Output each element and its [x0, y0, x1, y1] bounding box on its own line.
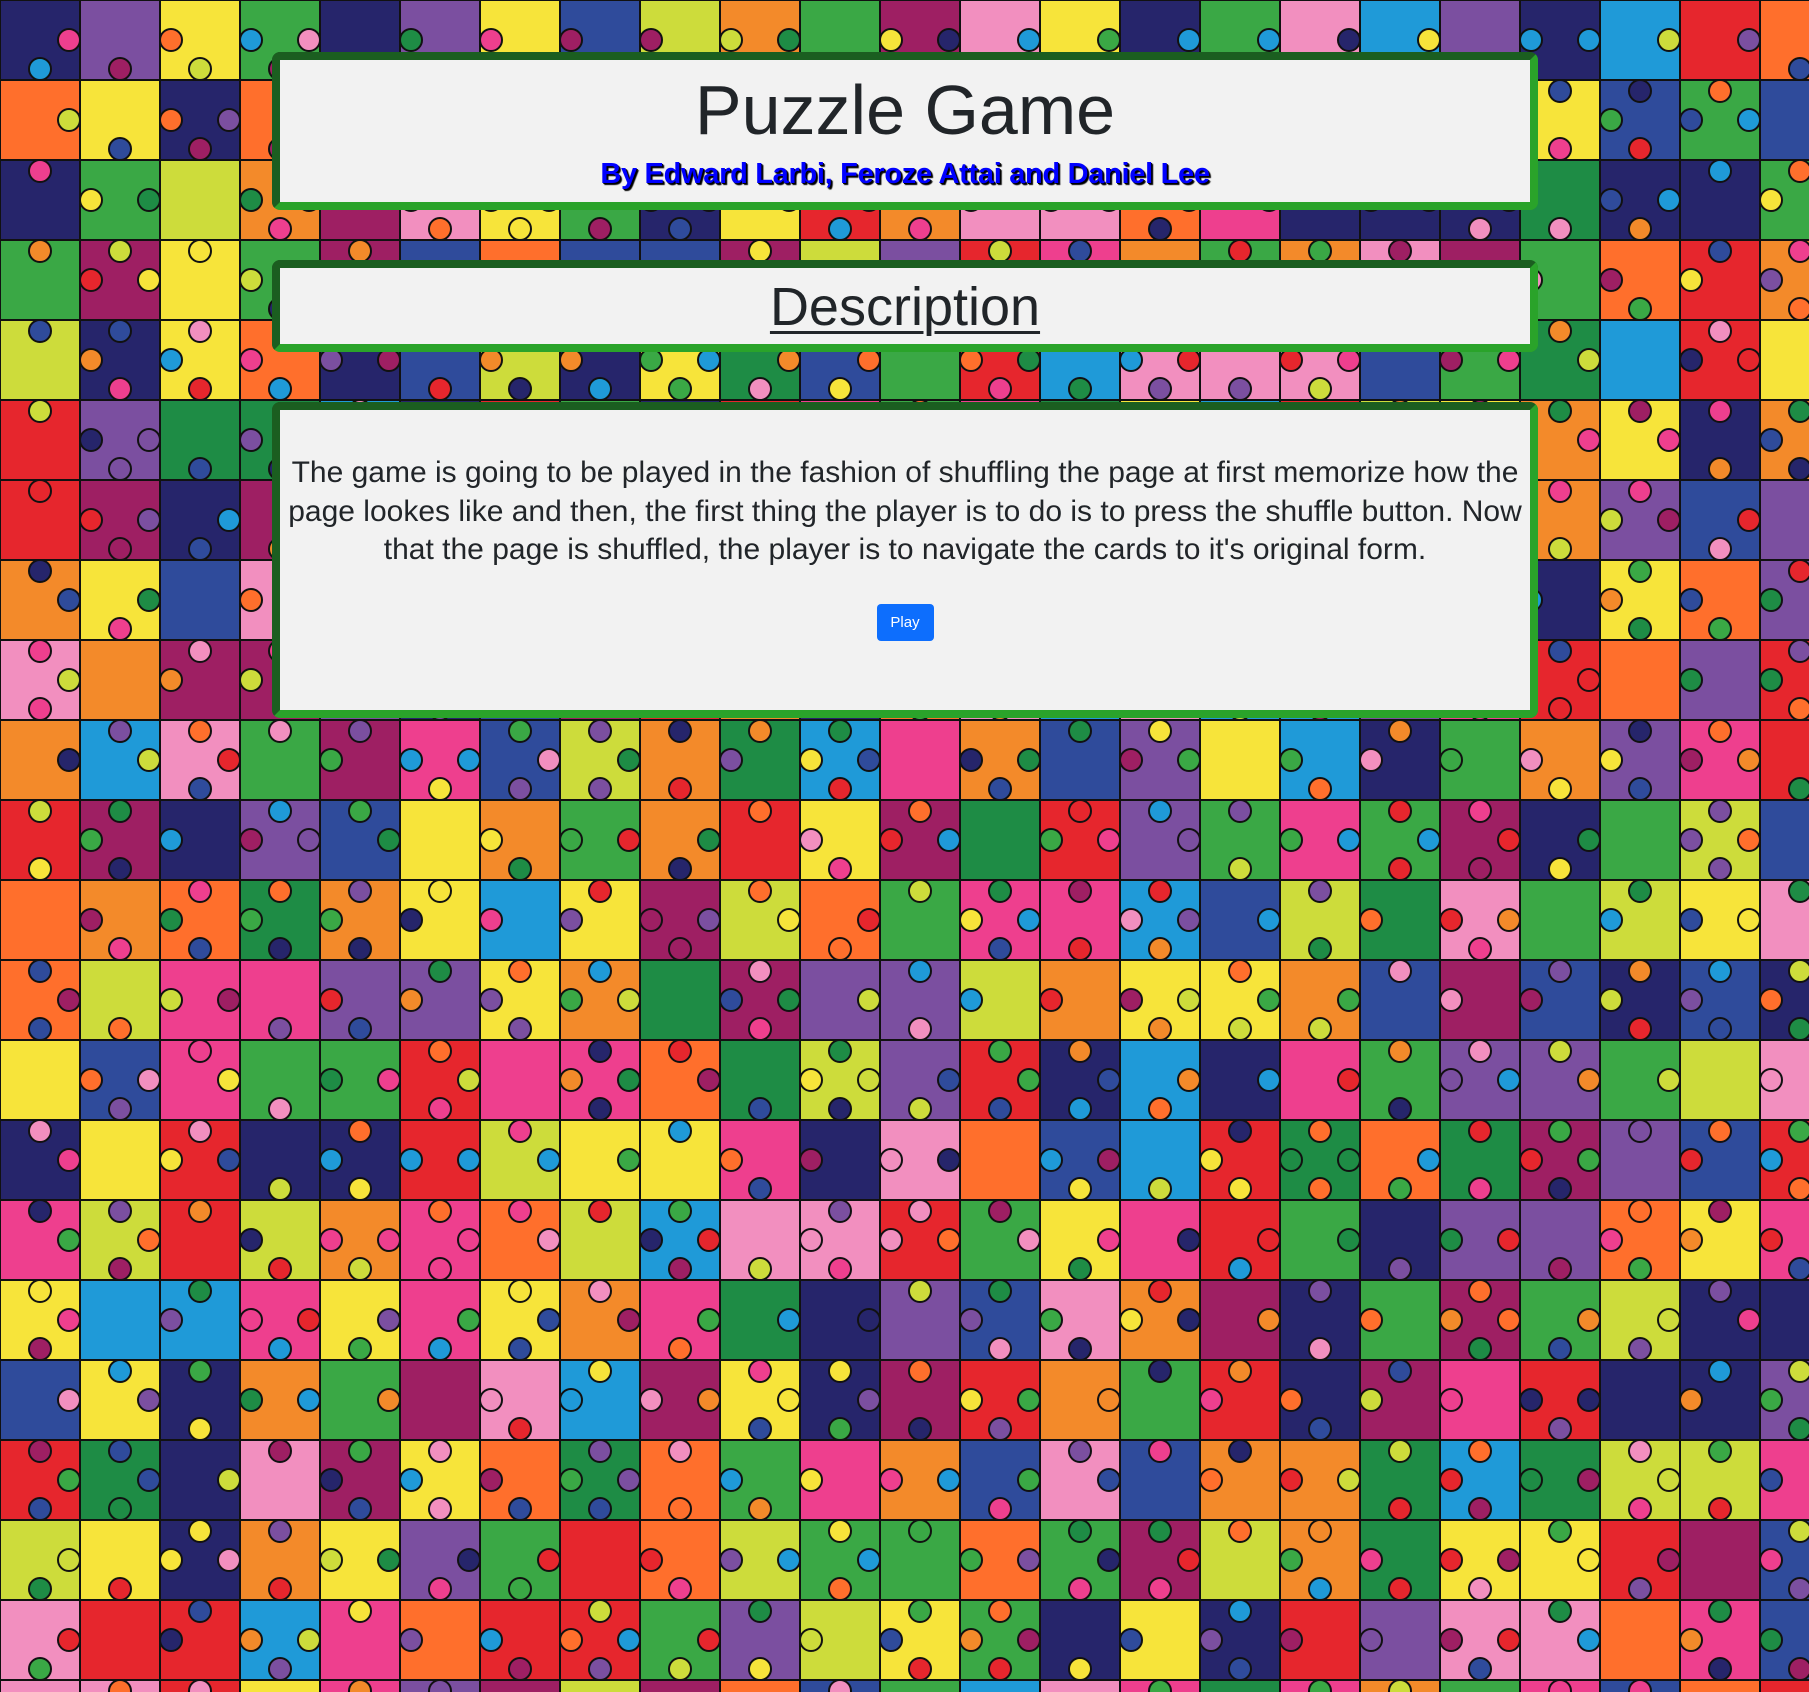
description-body-card: The game is going to be played in the fa… [272, 402, 1538, 718]
description-heading-card: Description [272, 260, 1538, 352]
header-card: Puzzle Game By Edward Larbi, Feroze Atta… [272, 52, 1538, 210]
play-button[interactable]: Play [876, 603, 934, 641]
description-text: The game is going to be played in the fa… [288, 456, 1522, 566]
jigsaw-puzzle-background [0, 0, 1809, 1692]
authors-subtitle: By Edward Larbi, Feroze Attai and Daniel… [600, 158, 1210, 190]
description-heading: Description [769, 277, 1041, 337]
page-title: Puzzle Game [694, 71, 1116, 149]
